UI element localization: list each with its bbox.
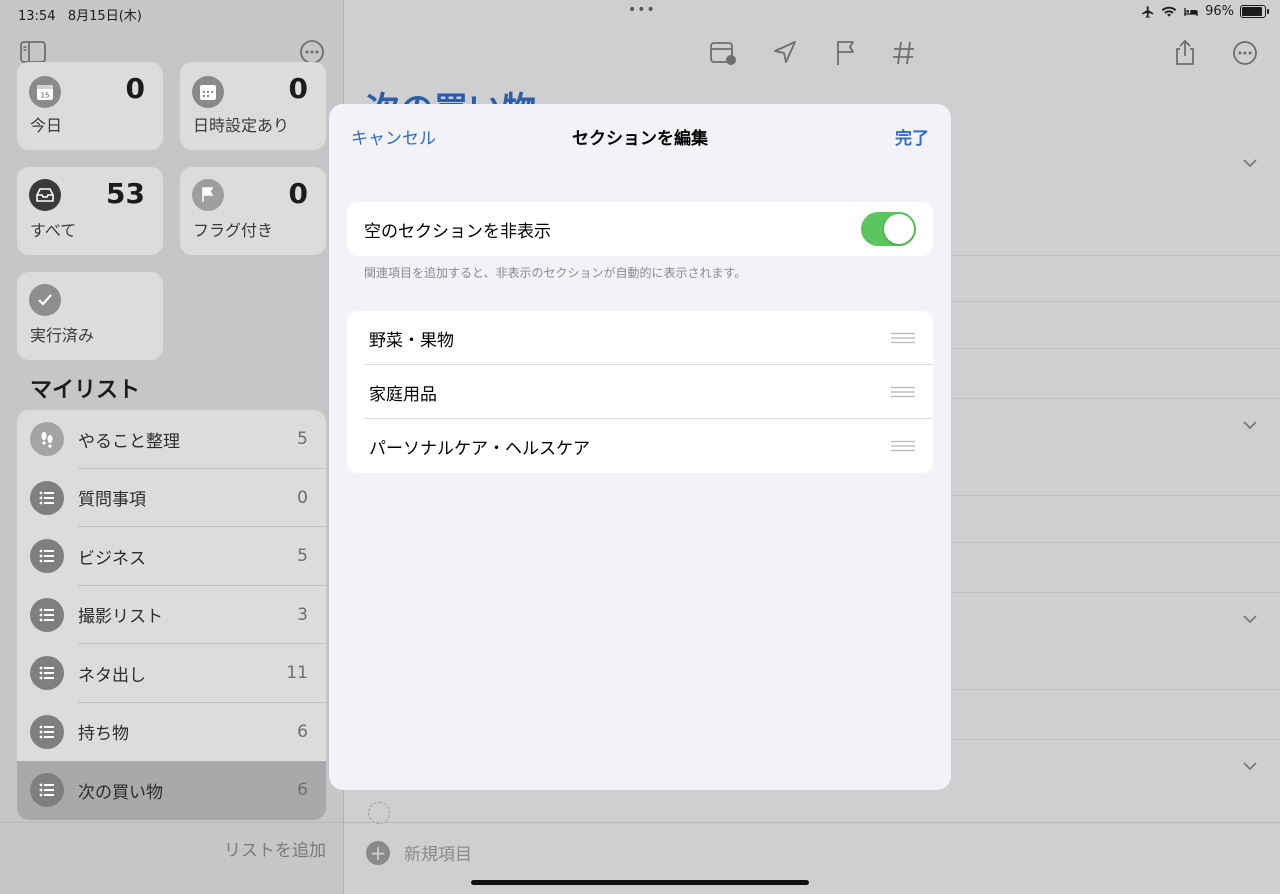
battery-icon xyxy=(1240,5,1269,18)
smart-list-all[interactable]: 53 すべて xyxy=(17,167,163,255)
section-name: 野菜・果物 xyxy=(369,330,454,351)
section-name: パーソナルケア・ヘルスケア xyxy=(369,438,590,459)
chevron-down-icon[interactable] xyxy=(1242,155,1258,171)
empty-checkbox[interactable] xyxy=(368,802,390,824)
today-label: 今日 xyxy=(30,116,63,135)
all-count: 53 xyxy=(106,177,145,210)
sections-list: 野菜・果物 家庭用品 パーソナルケア・ヘルスケア xyxy=(347,311,933,473)
share-icon[interactable] xyxy=(1170,38,1200,68)
chevron-down-icon[interactable] xyxy=(1242,758,1258,774)
plus-icon: + xyxy=(366,840,390,865)
status-indicators: 96% xyxy=(1141,4,1269,19)
my-lists: やること整理 5 質問事項 0 ビジネス 5 撮影リスト 3 ネタ出し 11 持… xyxy=(17,410,326,820)
battery-level xyxy=(1242,7,1262,16)
list-name: ビジネス xyxy=(78,548,146,569)
calendar-today-icon: 15 xyxy=(29,76,61,108)
list-bullet-icon xyxy=(30,539,64,574)
scheduled-label: 日時設定あり xyxy=(193,116,290,135)
hashtag-icon[interactable] xyxy=(889,38,919,68)
list-name: 撮影リスト xyxy=(78,607,163,628)
smart-list-scheduled[interactable]: 0 日時設定あり xyxy=(180,62,326,150)
today-count: 0 xyxy=(125,72,145,105)
hide-empty-label: 空のセクションを非表示 xyxy=(364,221,551,242)
list-item[interactable]: やること整理 5 xyxy=(17,410,326,469)
done-button[interactable]: 完了 xyxy=(895,124,929,149)
hide-empty-footnote: 関連項目を追加すると、非表示のセクションが自動的に表示されます。 xyxy=(364,266,747,280)
list-item[interactable]: 撮影リスト 3 xyxy=(17,586,326,644)
section-row[interactable]: 野菜・果物 xyxy=(347,311,933,365)
list-item[interactable]: ビジネス 5 xyxy=(17,527,326,586)
new-item-button[interactable]: + 新規項目 xyxy=(366,840,472,865)
section-name: 家庭用品 xyxy=(369,384,437,405)
flag-icon xyxy=(192,179,224,211)
smart-list-today[interactable]: 15 0 今日 xyxy=(17,62,163,150)
status-time-date: 13:54 8月15日(木) xyxy=(18,9,142,24)
list-count: 6 xyxy=(297,721,308,742)
hide-empty-row: 空のセクションを非表示 xyxy=(347,202,933,256)
checkmark-icon xyxy=(29,284,61,316)
list-count: 0 xyxy=(297,487,308,508)
list-item[interactable]: ネタ出し 11 xyxy=(17,644,326,703)
section-row[interactable]: パーソナルケア・ヘルスケア xyxy=(347,419,933,473)
all-label: すべて xyxy=(30,221,77,240)
my-lists-heading: マイリスト xyxy=(30,378,141,403)
more-options-main-icon[interactable] xyxy=(1230,38,1260,68)
list-item[interactable]: 質問事項 0 xyxy=(17,469,326,527)
list-count: 5 xyxy=(297,546,308,567)
hide-empty-toggle[interactable] xyxy=(861,212,916,246)
list-name: 持ち物 xyxy=(78,724,129,745)
home-indicator[interactable] xyxy=(471,880,809,885)
scheduled-count: 0 xyxy=(288,72,308,105)
battery-percent: 96% xyxy=(1205,4,1234,19)
list-item[interactable]: 持ち物 6 xyxy=(17,703,326,762)
section-row[interactable]: 家庭用品 xyxy=(347,365,933,419)
location-icon[interactable] xyxy=(770,38,800,68)
status-bar: 13:54 8月15日(木) ••• 96% xyxy=(0,0,1280,26)
list-count: 11 xyxy=(286,663,308,684)
list-name: ネタ出し xyxy=(78,665,146,686)
svg-text:15: 15 xyxy=(41,92,50,100)
completed-label: 実行済み xyxy=(30,326,95,345)
airplane-icon xyxy=(1142,5,1154,18)
bed-icon xyxy=(1184,7,1198,16)
tray-icon xyxy=(29,179,61,211)
list-bullet-icon xyxy=(30,480,64,515)
cancel-button[interactable]: キャンセル xyxy=(351,124,436,149)
list-name: 質問事項 xyxy=(78,490,146,511)
list-count: 5 xyxy=(297,429,308,450)
calendar-clock-icon[interactable] xyxy=(708,38,738,68)
list-bullet-icon xyxy=(30,656,64,691)
sidebar: 15 0 今日 0 日時設定あり 53 すべて 0 フラグ付き 実行済み マイリ… xyxy=(0,0,344,894)
list-bullet-icon xyxy=(30,597,64,632)
list-item-selected[interactable]: 次の買い物 6 xyxy=(17,761,326,820)
smart-list-completed[interactable]: 実行済み xyxy=(17,272,163,360)
flagged-count: 0 xyxy=(288,177,308,210)
list-count: 6 xyxy=(297,780,308,801)
multitasking-dots[interactable]: ••• xyxy=(628,2,656,18)
drag-handle-icon[interactable] xyxy=(891,386,915,398)
hide-empty-group: 空のセクションを非表示 xyxy=(347,202,933,256)
add-list-button[interactable]: リストを追加 xyxy=(224,836,326,861)
list-name: 次の買い物 xyxy=(78,782,163,803)
drag-handle-icon[interactable] xyxy=(891,440,915,452)
edit-sections-modal: セクションを編集 キャンセル 完了 空のセクションを非表示 関連項目を追加すると… xyxy=(329,104,951,790)
list-count: 3 xyxy=(297,604,308,625)
list-bullet-icon xyxy=(30,714,64,749)
wifi-icon xyxy=(1161,6,1177,17)
drag-handle-icon[interactable] xyxy=(891,332,915,344)
new-item-label: 新規項目 xyxy=(404,845,472,865)
list-bullet-icon xyxy=(30,773,64,808)
smart-list-flagged[interactable]: 0 フラグ付き xyxy=(180,167,326,255)
footprints-icon xyxy=(30,422,64,457)
chevron-down-icon[interactable] xyxy=(1242,417,1258,433)
list-name: やること整理 xyxy=(78,431,180,452)
chevron-down-icon[interactable] xyxy=(1242,611,1258,627)
flagged-label: フラグ付き xyxy=(193,221,274,240)
flag-toolbar-icon[interactable] xyxy=(831,38,861,68)
calendar-scheduled-icon xyxy=(192,76,224,108)
